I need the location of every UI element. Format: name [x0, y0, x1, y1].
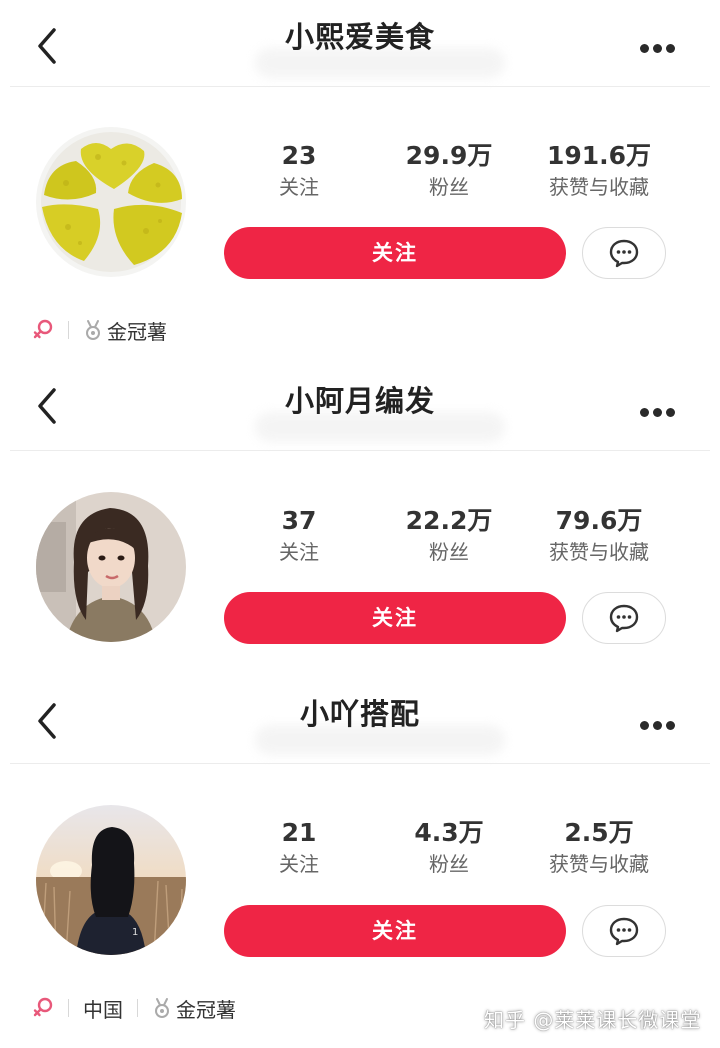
follow-button[interactable]: 关注 — [224, 227, 566, 279]
chat-bubble-icon — [609, 604, 639, 633]
tag-separator — [68, 999, 69, 1017]
divider — [10, 763, 710, 764]
more-dot — [653, 408, 662, 417]
divider — [10, 86, 710, 87]
medal-icon — [155, 998, 169, 1018]
more-dot — [666, 721, 675, 730]
profile-name: 小吖搭配 — [299, 697, 420, 731]
profile-card-1: 小熙爱美食 23 关注 29.9万 粉丝 191.6万 获赞与收藏 关注 金冠薯 — [0, 0, 720, 362]
profile-name: 小阿月编发 — [284, 384, 435, 418]
profile-card-2: 小阿月编发 37 关注 22.2万 粉丝 79.6万 获赞与收藏 关注 — [0, 362, 720, 677]
stat-likes-collects[interactable]: 191.6万 获赞与收藏 — [529, 140, 669, 202]
badge-tag[interactable]: 金冠薯 — [83, 316, 167, 345]
chat-bubble-icon — [609, 239, 639, 268]
stat-fans[interactable]: 4.3万 粉丝 — [379, 817, 519, 879]
more-dot — [666, 408, 675, 417]
more-dot — [653, 44, 662, 53]
profile-name: 小熙爱美食 — [284, 20, 435, 54]
more-dot — [666, 44, 675, 53]
more-dots-icon — [640, 44, 649, 53]
stat-fans[interactable]: 29.9万 粉丝 — [379, 140, 519, 202]
stat-label: 粉丝 — [429, 540, 469, 564]
stat-value: 2.5万 — [564, 818, 634, 847]
tag-separator — [137, 999, 138, 1017]
badge-tag[interactable]: 金冠薯 — [152, 994, 236, 1023]
profile-card-3: 小吖搭配 1 21 关注 4.3万 粉丝 2.5万 获赞与收藏 关注 中国 金冠… — [0, 677, 720, 1048]
stat-following[interactable]: 21 关注 — [229, 817, 369, 879]
profile-tags: 金冠薯 — [32, 315, 167, 345]
nav-bar: 小阿月编发 — [0, 362, 720, 450]
medal-icon — [86, 320, 100, 340]
more-button[interactable] — [640, 38, 680, 58]
follow-button[interactable]: 关注 — [224, 592, 566, 644]
more-dots-icon — [640, 721, 649, 730]
stat-value: 4.3万 — [414, 818, 484, 847]
tag-separator — [68, 321, 69, 339]
stat-value: 37 — [281, 506, 317, 535]
location-tag[interactable]: 中国 — [83, 994, 123, 1023]
female-icon — [33, 997, 53, 1017]
stat-label: 获赞与收藏 — [549, 175, 649, 199]
more-button[interactable] — [640, 715, 680, 735]
more-dots-icon — [640, 408, 649, 417]
stat-label: 获赞与收藏 — [549, 852, 649, 876]
badge-label: 金冠薯 — [107, 319, 167, 344]
stat-label: 关注 — [279, 540, 319, 564]
message-button[interactable] — [582, 905, 666, 957]
stat-value: 191.6万 — [546, 141, 652, 170]
profile-tags: 中国 金冠薯 — [32, 993, 236, 1023]
stat-value: 22.2万 — [405, 506, 493, 535]
more-button[interactable] — [640, 402, 680, 422]
avatar-image-food — [36, 127, 186, 277]
avatar[interactable] — [36, 127, 186, 277]
avatar-image-portrait — [36, 492, 186, 642]
stat-likes-collects[interactable]: 2.5万 获赞与收藏 — [529, 817, 669, 879]
stat-label: 获赞与收藏 — [549, 540, 649, 564]
svg-text:1: 1 — [132, 927, 138, 938]
stat-value: 29.9万 — [405, 141, 493, 170]
stat-likes-collects[interactable]: 79.6万 获赞与收藏 — [529, 505, 669, 567]
stat-value: 23 — [281, 141, 317, 170]
nav-bar: 小吖搭配 — [0, 677, 720, 765]
stat-fans[interactable]: 22.2万 粉丝 — [379, 505, 519, 567]
watermark: 知乎 @莱莱课长微课堂 — [484, 1008, 702, 1032]
follow-button[interactable]: 关注 — [224, 905, 566, 957]
stat-following[interactable]: 23 关注 — [229, 140, 369, 202]
message-button[interactable] — [582, 227, 666, 279]
avatar-image-field: 1 — [36, 805, 186, 955]
divider — [10, 450, 710, 451]
chat-bubble-icon — [609, 917, 639, 946]
stat-following[interactable]: 37 关注 — [229, 505, 369, 567]
stat-label: 关注 — [279, 175, 319, 199]
avatar[interactable]: 1 — [36, 805, 186, 955]
stat-value: 79.6万 — [555, 506, 643, 535]
stat-label: 关注 — [279, 852, 319, 876]
badge-label: 金冠薯 — [176, 997, 236, 1022]
stat-label: 粉丝 — [429, 852, 469, 876]
stat-value: 21 — [281, 818, 317, 847]
nav-bar: 小熙爱美食 — [0, 0, 720, 88]
message-button[interactable] — [582, 592, 666, 644]
more-dot — [653, 721, 662, 730]
stat-label: 粉丝 — [429, 175, 469, 199]
avatar[interactable] — [36, 492, 186, 642]
female-icon — [33, 319, 53, 339]
